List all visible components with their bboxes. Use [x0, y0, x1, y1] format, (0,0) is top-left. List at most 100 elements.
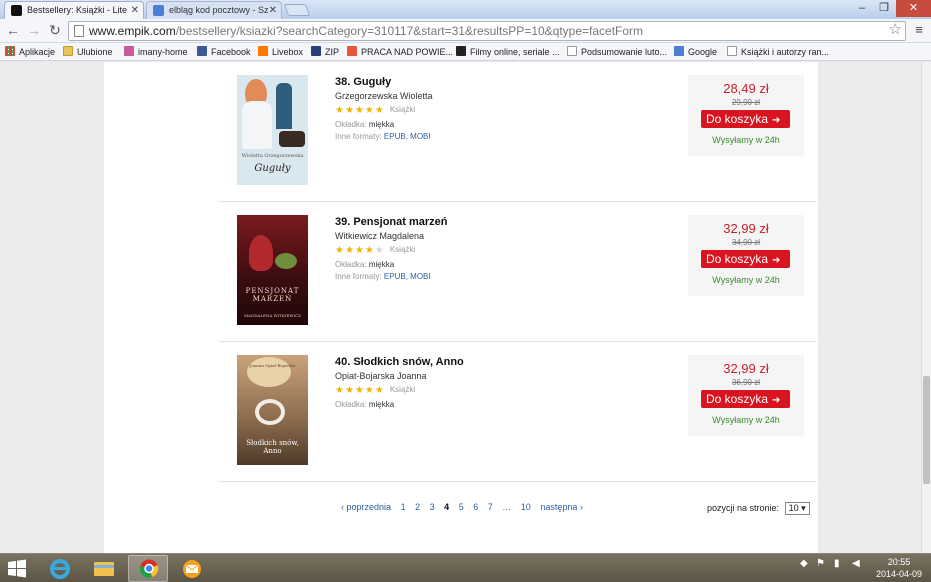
- clock-time: 20:55: [887, 557, 911, 567]
- star-icon: ★: [335, 245, 345, 256]
- arrow-right-icon: ➔: [772, 395, 781, 406]
- page-link[interactable]: 3: [430, 502, 435, 512]
- price-box: 32,99 zł 34,90 zł Do koszyka ➔ Wysyłamy w…: [688, 215, 804, 296]
- url-host: www.empik.com: [89, 24, 176, 38]
- volume-icon[interactable]: ◀: [852, 558, 860, 569]
- maximize-icon[interactable]: ❐: [872, 0, 896, 17]
- next-page-link[interactable]: następna ›: [540, 502, 583, 512]
- bookmark-praca[interactable]: PRACA NAD POWIE...: [347, 44, 453, 60]
- book-cover[interactable]: PENSJONAT MARZEŃ MAGDALENA WITKIEWICZ: [237, 215, 308, 325]
- formats-line: Inne formaty: EPUB, MOBI: [335, 272, 431, 281]
- tab-elblag[interactable]: elbląg kod pocztowy - Szu ✕: [146, 1, 282, 19]
- google-favicon-icon: [153, 5, 164, 16]
- star-icon: ★: [335, 105, 345, 116]
- minimize-icon[interactable]: –: [852, 0, 872, 17]
- arrow-right-icon: ➔: [772, 115, 781, 126]
- book-cover[interactable]: Wioletta Grzegorzewska Guguły: [237, 75, 308, 185]
- chrome-icon[interactable]: [128, 555, 168, 582]
- bookmark-ulubione[interactable]: Ulubione: [63, 44, 113, 60]
- binding-line: Okładka: miękka: [335, 400, 395, 409]
- empik-favicon-icon: [11, 5, 22, 16]
- bookmark-ksiazki-autorzy[interactable]: Książki i autorzy ran...: [727, 44, 829, 60]
- browser-toolbar: ← → ↻ www.empik.com/bestsellery/ksiazki?…: [0, 19, 931, 43]
- internet-explorer-icon[interactable]: [40, 555, 80, 582]
- price-box: 28,49 zł 29,90 zł Do koszyka ➔ Wysyłamy w…: [688, 75, 804, 156]
- facebook-icon: [197, 46, 207, 56]
- add-to-cart-button[interactable]: Do koszyka ➔: [701, 390, 790, 408]
- product-row: Słodkich snów, Anno Joanna Opiat-Bojarsk…: [219, 342, 817, 482]
- bookmark-imany-home[interactable]: imany-home: [124, 44, 188, 60]
- bookmark-podsumowanie[interactable]: Podsumowanie luto...: [567, 44, 667, 60]
- star-icon: ★: [344, 245, 355, 256]
- product-title[interactable]: 40. Słodkich snów, Anno: [335, 356, 675, 368]
- back-arrow-icon[interactable]: ←: [4, 22, 22, 40]
- formats-link[interactable]: EPUB, MOBI: [384, 272, 431, 281]
- close-tab-icon[interactable]: ✕: [269, 2, 277, 19]
- page-link[interactable]: 2: [415, 502, 420, 512]
- page-link[interactable]: 6: [473, 502, 478, 512]
- category-label: Książki: [389, 385, 416, 394]
- bookmarks-bar: Aplikacje Ulubione imany-home Facebook L…: [0, 43, 931, 61]
- product-row: PENSJONAT MARZEŃ MAGDALENA WITKIEWICZ 39…: [219, 202, 817, 342]
- page-link[interactable]: 7: [488, 502, 493, 512]
- current-price: 28,49 zł: [723, 81, 769, 96]
- hamburger-menu-icon[interactable]: ≡: [911, 22, 927, 40]
- close-window-icon[interactable]: ✕: [896, 0, 931, 17]
- forward-arrow-icon[interactable]: →: [25, 22, 43, 40]
- shipping-info: Wysyłamy w 24h: [712, 135, 780, 145]
- product-list-panel: Wioletta Grzegorzewska Guguły 38. Guguły…: [104, 62, 818, 553]
- system-clock[interactable]: 20:55 2014-04-09: [873, 556, 925, 580]
- product-author[interactable]: Witkiewicz Magdalena: [335, 231, 675, 241]
- book-cover[interactable]: Słodkich snów, Anno Joanna Opiat-Bojarsk…: [237, 355, 308, 465]
- page-scrollbar[interactable]: [921, 62, 931, 553]
- bookmark-livebox[interactable]: Livebox: [258, 44, 303, 60]
- star-icon: ★: [344, 385, 355, 396]
- signal-bars-icon[interactable]: ▮: [834, 558, 840, 569]
- site-icon: [347, 46, 357, 56]
- product-author[interactable]: Grzegorzewska Wioletta: [335, 91, 675, 101]
- google-icon: [674, 46, 684, 56]
- product-author[interactable]: Opiat-Bojarska Joanna: [335, 371, 675, 381]
- bookmark-facebook[interactable]: Facebook: [197, 44, 251, 60]
- mail-app-icon[interactable]: [172, 555, 212, 582]
- scrollbar-thumb[interactable]: [923, 376, 930, 484]
- product-info: 38. Guguły Grzegorzewska Wioletta ★★★★★ K…: [335, 76, 675, 141]
- product-title[interactable]: 38. Guguły: [335, 76, 675, 88]
- bookmark-zip[interactable]: ZIP: [311, 44, 339, 60]
- page-ellipsis: …: [502, 502, 512, 512]
- pagination: ‹ poprzednia 1 2 3 4 5 6 7 … 10 następna…: [341, 502, 590, 512]
- bookmark-filmy[interactable]: Filmy online, seriale ...: [456, 44, 560, 60]
- star-icon: ★: [354, 105, 365, 116]
- product-title[interactable]: 39. Pensjonat marzeń: [335, 216, 675, 228]
- prev-page-link[interactable]: ‹ poprzednia: [341, 502, 391, 512]
- page-icon: [74, 25, 84, 37]
- add-to-cart-button[interactable]: Do koszyka ➔: [701, 250, 790, 268]
- reload-icon[interactable]: ↻: [46, 22, 64, 40]
- current-price: 32,99 zł: [723, 221, 769, 236]
- file-explorer-icon[interactable]: [84, 555, 124, 582]
- add-to-cart-button[interactable]: Do koszyka ➔: [701, 110, 790, 128]
- close-tab-icon[interactable]: ✕: [131, 2, 139, 19]
- page-link[interactable]: 5: [459, 502, 464, 512]
- page-link[interactable]: 1: [401, 502, 406, 512]
- tab-strip: Bestsellery: Książki - Litera ✕ elbląg k…: [0, 0, 931, 19]
- per-page-select[interactable]: 10 ▾: [784, 502, 810, 515]
- page-icon: [727, 46, 737, 56]
- product-info: 40. Słodkich snów, Anno Opiat-Bojarska J…: [335, 356, 675, 409]
- old-price: 29,90 zł: [731, 98, 761, 107]
- shipping-info: Wysyłamy w 24h: [712, 415, 780, 425]
- network-icon[interactable]: ◆: [800, 558, 808, 569]
- star-icon: ★: [354, 245, 365, 256]
- cover-author: Joanna Opiat-Bojarska: [249, 363, 296, 368]
- formats-link[interactable]: EPUB, MOBI: [384, 132, 431, 141]
- tab-bestsellery[interactable]: Bestsellery: Książki - Litera ✕: [4, 1, 144, 19]
- action-center-flag-icon[interactable]: ⚑: [816, 558, 825, 569]
- bookmark-aplikacje[interactable]: Aplikacje: [5, 44, 55, 60]
- bookmark-google[interactable]: Google: [674, 44, 717, 60]
- windows-start-icon[interactable]: [6, 555, 28, 582]
- bookmark-star-icon[interactable]: ☆: [889, 21, 902, 39]
- page-link[interactable]: 10: [521, 502, 531, 512]
- new-tab-button[interactable]: [283, 4, 311, 16]
- page-icon: [567, 46, 577, 56]
- address-bar[interactable]: www.empik.com/bestsellery/ksiazki?search…: [68, 21, 906, 41]
